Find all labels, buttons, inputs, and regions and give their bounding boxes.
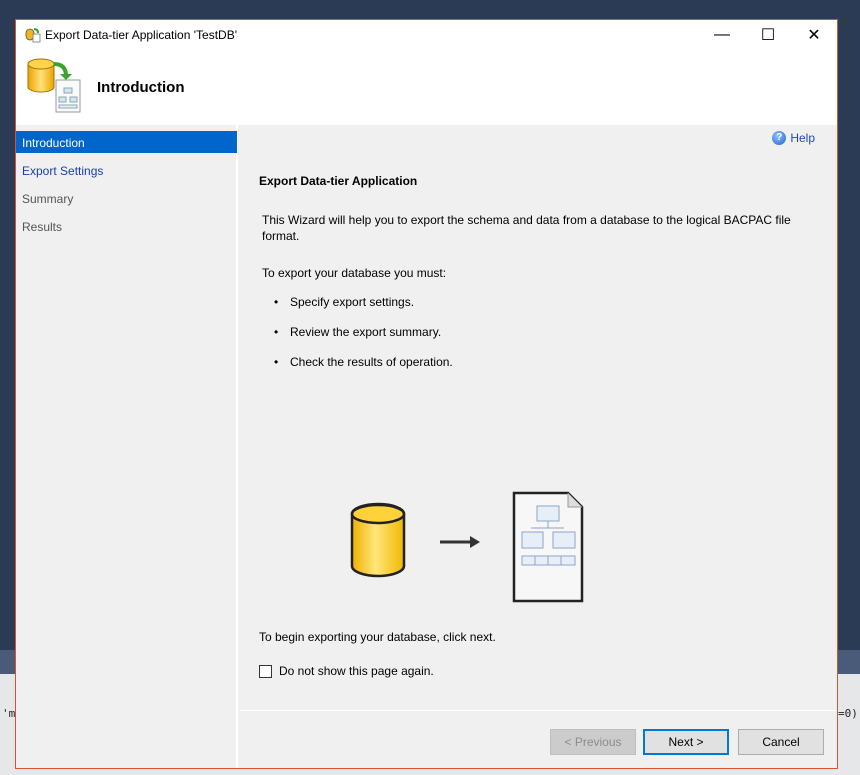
wizard-window: Export Data-tier Application 'TestDB' — … (15, 19, 838, 769)
begin-text: To begin exporting your database, click … (259, 630, 496, 644)
background-text: =0) (838, 707, 858, 720)
list-item: • Specify export settings. (274, 295, 415, 309)
bacpac-file-icon (512, 491, 584, 603)
cancel-button[interactable]: Cancel (738, 729, 824, 755)
intro-line: This Wizard will help you to export the … (262, 213, 791, 227)
title-bar: Export Data-tier Application 'TestDB' — … (16, 20, 837, 50)
help-icon: ? (772, 131, 787, 145)
app-icon (25, 28, 41, 43)
wizard-header: Introduction (16, 50, 837, 125)
arrow-right-icon (440, 536, 480, 548)
maximize-button[interactable]: ☐ (745, 20, 791, 50)
section-heading: Export Data-tier Application (259, 174, 418, 188)
list-item-text: Check the results of operation. (290, 355, 453, 369)
page-title: Introduction (97, 79, 185, 96)
intro-text: This Wizard will help you to export the … (262, 212, 791, 244)
database-icon (350, 502, 406, 578)
export-database-icon (27, 58, 81, 113)
list-item: • Check the results of operation. (274, 355, 453, 369)
maximize-icon: ☐ (760, 27, 776, 44)
list-item: • Review the export summary. (274, 325, 442, 339)
divider (240, 710, 837, 711)
minimize-button[interactable]: — (699, 20, 745, 50)
help-link[interactable]: ? Help (772, 131, 815, 145)
sidebar-item-results: Results (22, 220, 63, 234)
minimize-icon: — (714, 26, 730, 43)
do-not-show-checkbox[interactable] (259, 664, 272, 678)
content-panel: ? Help Export Data-tier Application This … (240, 125, 837, 768)
close-icon: ✕ (807, 27, 821, 44)
intro-line: format. (262, 229, 300, 243)
checkbox-label[interactable]: Do not show this page again. (279, 664, 434, 678)
requirements-text: To export your database you must: (262, 266, 447, 280)
previous-button: < Previous (550, 729, 636, 755)
next-button[interactable]: Next > (643, 729, 729, 755)
export-illustration (350, 491, 584, 603)
list-item-text: Review the export summary. (290, 325, 442, 339)
list-item-text: Specify export settings. (290, 295, 415, 309)
help-label: Help (790, 131, 815, 145)
sidebar-item-introduction[interactable]: Introduction (16, 131, 237, 153)
close-button[interactable]: ✕ (791, 20, 837, 50)
wizard-steps-sidebar: Introduction Export Settings Summary Res… (16, 125, 238, 768)
do-not-show-checkbox-row[interactable]: Do not show this page again. (259, 664, 434, 678)
sidebar-item-summary: Summary (22, 192, 74, 206)
sidebar-item-export-settings[interactable]: Export Settings (16, 159, 237, 181)
window-title: Export Data-tier Application 'TestDB' (45, 28, 237, 42)
